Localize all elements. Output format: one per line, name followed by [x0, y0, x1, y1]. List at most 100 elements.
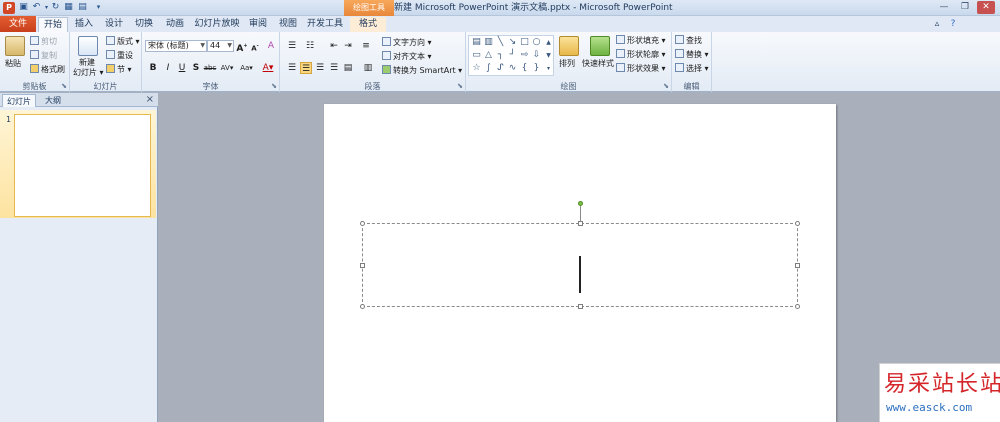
minimize-icon[interactable]: — — [935, 1, 953, 14]
tab-animations[interactable]: 动画 — [160, 17, 190, 32]
shrink-font-button[interactable]: A- — [249, 40, 261, 52]
slide-canvas[interactable] — [324, 104, 836, 422]
resize-handle-top-right[interactable] — [795, 221, 800, 226]
gallery-down-icon[interactable]: ▼ — [543, 50, 554, 61]
cut-button[interactable]: 剪切 — [30, 36, 57, 47]
section-button[interactable]: 节 ▾ — [106, 64, 132, 75]
format-painter-button[interactable]: 格式刷 — [30, 64, 65, 75]
tab-design[interactable]: 设计 — [100, 17, 128, 32]
tab-insert[interactable]: 插入 — [70, 17, 98, 32]
gallery-more-icon[interactable]: ▾ — [543, 63, 554, 74]
align-right-icon[interactable]: ☰ — [314, 62, 326, 74]
textbox-shape-icon[interactable]: ▤ — [471, 37, 482, 48]
tab-slides-pane[interactable]: 幻灯片 — [2, 94, 36, 107]
tab-format[interactable]: 格式 — [350, 17, 386, 32]
quick-access-extra-icon[interactable]: ▤ — [77, 2, 88, 13]
change-case-button[interactable]: Aa▾ — [238, 62, 255, 74]
font-size-combo[interactable]: 44 ▼ — [207, 40, 234, 52]
slide-thumbnail[interactable] — [14, 114, 151, 217]
character-spacing-button[interactable]: AV▾ — [219, 62, 235, 74]
resize-handle-bottom[interactable] — [578, 304, 583, 309]
copy-button[interactable]: 复制 — [30, 50, 57, 61]
triangle-shape-icon[interactable]: △ — [483, 50, 494, 61]
arrange-icon[interactable] — [559, 36, 579, 56]
right-arrow-shape-icon[interactable]: ⇨ — [519, 50, 530, 61]
resize-handle-bottom-right[interactable] — [795, 304, 800, 309]
vertical-textbox-shape-icon[interactable]: ▥ — [483, 37, 494, 48]
tab-outline-pane[interactable]: 大纲 — [38, 94, 68, 107]
convert-smartart-button[interactable]: 转换为 SmartArt ▾ — [382, 65, 462, 76]
quick-styles-icon[interactable] — [590, 36, 610, 56]
clear-formatting-button[interactable]: A — [265, 40, 277, 52]
bold-button[interactable]: B — [147, 62, 159, 74]
tab-home[interactable]: 开始 — [38, 17, 68, 32]
rectangle-shape-icon[interactable]: □ — [519, 37, 530, 48]
slide-editing-area[interactable] — [159, 93, 1000, 422]
font-launcher-icon[interactable]: ⬊ — [271, 82, 277, 90]
maximize-icon[interactable]: ❐ — [956, 1, 974, 14]
right-brace-shape-icon[interactable]: } — [531, 63, 542, 74]
shadow-button[interactable]: S — [190, 62, 202, 74]
line-spacing-icon[interactable]: ≡ — [360, 40, 372, 52]
paragraph-launcher-icon[interactable]: ⬊ — [457, 82, 463, 90]
tab-file[interactable]: 文件 — [0, 16, 36, 32]
powerpoint-app-icon[interactable]: P — [3, 2, 15, 14]
freeform-shape-icon[interactable]: ᔑ — [495, 63, 506, 74]
resize-handle-top-left[interactable] — [360, 221, 365, 226]
elbow-arrow-shape-icon[interactable]: ┘ — [507, 50, 518, 61]
save-icon[interactable]: ▣ — [18, 2, 29, 13]
distributed-icon[interactable]: ▤ — [342, 62, 354, 74]
shapes-gallery[interactable]: ▤ ▥ ╲ ↘ □ ○ ▭ △ ┐ ┘ ⇨ ⇩ ☆ ∫ ᔑ ∿ { } ▲ ▼ … — [468, 35, 554, 76]
columns-icon[interactable]: ▥ — [362, 62, 374, 74]
arrow-line-shape-icon[interactable]: ↘ — [507, 37, 518, 48]
italic-button[interactable]: I — [162, 62, 174, 74]
close-icon[interactable]: × — [146, 93, 154, 107]
replace-button[interactable]: 替换 ▾ — [675, 49, 709, 60]
numbering-icon[interactable]: ☷ — [304, 40, 316, 52]
gallery-up-icon[interactable]: ▲ — [543, 37, 554, 48]
elbow-connector-shape-icon[interactable]: ┐ — [495, 50, 506, 61]
align-center-icon[interactable]: ☰ — [300, 62, 312, 74]
align-left-icon[interactable]: ☰ — [286, 62, 298, 74]
bullets-icon[interactable]: ☰ — [286, 40, 298, 52]
increase-indent-icon[interactable]: ⇥ — [342, 40, 354, 52]
tab-review[interactable]: 审阅 — [244, 17, 272, 32]
quick-styles-button[interactable]: 快速样式 — [582, 58, 614, 69]
tab-developer[interactable]: 开发工具 — [304, 17, 346, 32]
down-arrow-shape-icon[interactable]: ⇩ — [531, 50, 542, 61]
grow-font-button[interactable]: A+ — [236, 40, 248, 54]
font-name-combo[interactable]: 宋体 (标题) ▼ — [145, 40, 207, 52]
justify-icon[interactable]: ☰ — [328, 62, 340, 74]
resize-handle-top[interactable] — [578, 221, 583, 226]
tab-transitions[interactable]: 切换 — [130, 17, 158, 32]
close-icon[interactable]: ✕ — [977, 1, 995, 14]
tab-slideshow[interactable]: 幻灯片放映 — [192, 17, 242, 32]
resize-handle-bottom-left[interactable] — [360, 304, 365, 309]
scribble-shape-icon[interactable]: ∿ — [507, 63, 518, 74]
customize-quick-access-icon[interactable]: ▾ — [93, 2, 104, 13]
star-shape-icon[interactable]: ☆ — [471, 63, 482, 74]
curve-shape-icon[interactable]: ∫ — [483, 63, 494, 74]
shape-fill-button[interactable]: 形状填充 ▾ — [616, 35, 666, 46]
new-slide-button-line2[interactable]: 幻灯片 ▾ — [73, 67, 104, 78]
text-direction-button[interactable]: 文字方向 ▾ — [382, 37, 432, 48]
help-icon[interactable]: ? — [946, 17, 960, 32]
select-button[interactable]: 选择 ▾ — [675, 63, 709, 74]
paste-button[interactable]: 粘贴 — [5, 58, 21, 69]
minimize-ribbon-icon[interactable]: ▵ — [930, 17, 944, 32]
shape-effects-button[interactable]: 形状效果 ▾ — [616, 63, 666, 74]
new-slide-icon[interactable] — [78, 36, 98, 56]
clipboard-launcher-icon[interactable]: ⬊ — [61, 82, 67, 90]
arrange-button[interactable]: 排列 — [559, 58, 575, 69]
line-shape-icon[interactable]: ╲ — [495, 37, 506, 48]
drawing-launcher-icon[interactable]: ⬊ — [663, 82, 669, 90]
left-brace-shape-icon[interactable]: { — [519, 63, 530, 74]
rounded-rect-shape-icon[interactable]: ▭ — [471, 50, 482, 61]
layout-button[interactable]: 版式 ▾ — [106, 36, 140, 47]
resize-handle-left[interactable] — [360, 263, 365, 268]
shape-outline-button[interactable]: 形状轮廓 ▾ — [616, 49, 666, 60]
tab-view[interactable]: 视图 — [274, 17, 302, 32]
strikethrough-button[interactable]: abc — [202, 62, 218, 74]
resize-handle-right[interactable] — [795, 263, 800, 268]
align-text-button[interactable]: 对齐文本 ▾ — [382, 51, 432, 62]
